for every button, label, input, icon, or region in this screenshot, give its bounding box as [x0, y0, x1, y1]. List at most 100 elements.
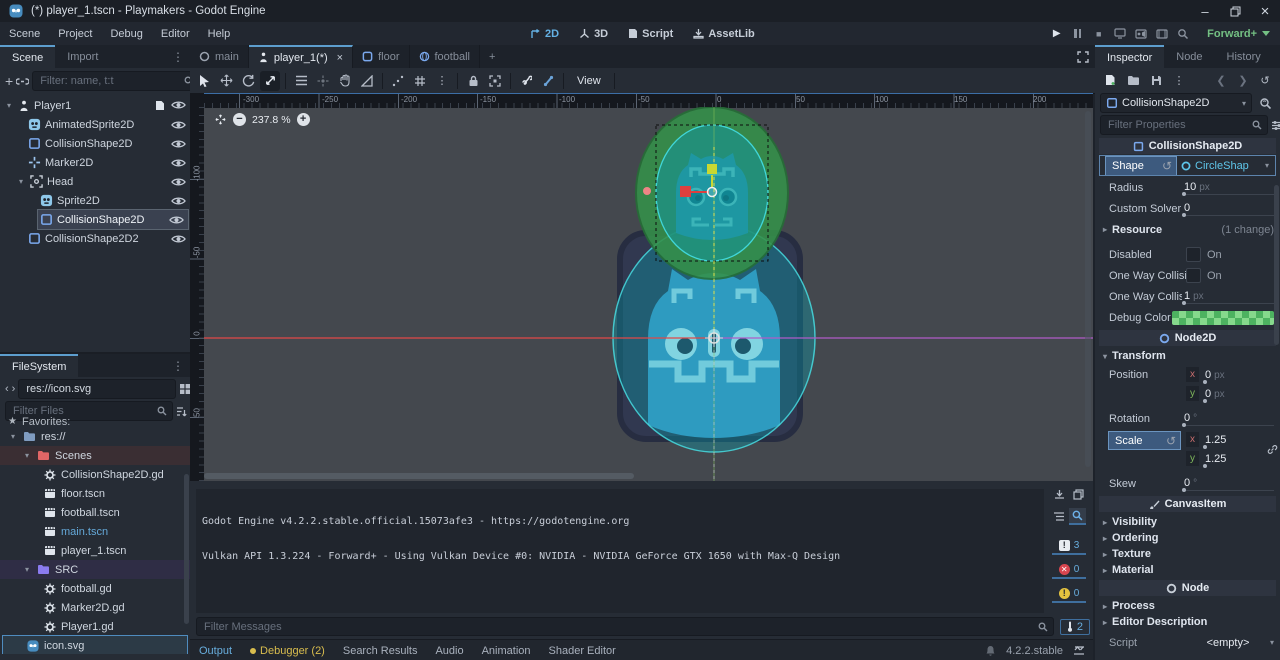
- property-tools-icon[interactable]: [1271, 115, 1280, 135]
- property-one-way-margin[interactable]: One Way Collisi... 1px: [1095, 286, 1280, 307]
- visibility-eye-icon[interactable]: [171, 139, 186, 149]
- copy-output-icon[interactable]: [1073, 489, 1084, 500]
- collapse-messages-icon[interactable]: [1053, 511, 1065, 522]
- scene-node-player1[interactable]: ▾ Player1: [0, 96, 190, 115]
- ruler-tool-icon[interactable]: [357, 71, 377, 91]
- scale-tool-icon[interactable]: [260, 71, 280, 91]
- view-menu[interactable]: View: [569, 75, 609, 87]
- scene-dock-menu-icon[interactable]: ⋮: [166, 45, 190, 68]
- filter-properties-field[interactable]: [1100, 115, 1268, 135]
- radius-value[interactable]: 10px: [1182, 180, 1274, 195]
- node-selector-dropdown[interactable]: CollisionShape2D ▾: [1100, 93, 1252, 113]
- filter-messages-input[interactable]: [202, 620, 1038, 634]
- misc-filter-badge[interactable]: 2: [1060, 619, 1090, 635]
- scene-tab-floor[interactable]: floor: [353, 45, 409, 68]
- smart-snap-icon[interactable]: [388, 71, 408, 91]
- path-input[interactable]: [24, 382, 170, 396]
- debug-color-swatch[interactable]: [1172, 311, 1274, 325]
- select-tool-icon[interactable]: [194, 71, 214, 91]
- section-ordering[interactable]: ▸Ordering: [1095, 530, 1280, 546]
- solver-value[interactable]: 0: [1182, 201, 1274, 216]
- section-transform[interactable]: ▾Transform: [1095, 348, 1280, 364]
- scale-x-value[interactable]: 1.25: [1203, 433, 1269, 447]
- inspector-menu-icon[interactable]: ⋮: [1273, 45, 1280, 68]
- resource-options-icon[interactable]: ⋮: [1169, 70, 1189, 90]
- tab-node[interactable]: Node: [1164, 45, 1214, 68]
- scene-filter-field[interactable]: [32, 71, 200, 91]
- scene-tab-football[interactable]: football: [410, 45, 480, 68]
- fs-folder-scenes[interactable]: ▾ Scenes: [0, 446, 190, 465]
- move-tool-icon[interactable]: [216, 71, 236, 91]
- tab-scene[interactable]: Scene: [0, 45, 55, 68]
- grid-snap-icon[interactable]: [410, 71, 430, 91]
- workspace-3d[interactable]: 3D: [569, 28, 618, 40]
- category-collisionshape2d[interactable]: CollisionShape2D: [1099, 138, 1276, 154]
- bottom-tab-shader-editor[interactable]: Shader Editor: [540, 640, 625, 660]
- fs-file-floor-tscn[interactable]: floor.tscn: [0, 484, 190, 503]
- filesystem-scrollbar[interactable]: [184, 474, 189, 624]
- close-tab-icon[interactable]: ×: [337, 52, 343, 64]
- expand-bottom-panel-icon[interactable]: [1073, 645, 1085, 656]
- menu-scene[interactable]: Scene: [0, 28, 49, 40]
- skeleton-bone-icon[interactable]: [516, 71, 536, 91]
- remote-debug-icon[interactable]: [1109, 25, 1130, 43]
- scene-node-marker2d[interactable]: Marker2D: [0, 153, 190, 172]
- revert-icon[interactable]: ↺: [1162, 159, 1172, 173]
- group-icon[interactable]: [485, 71, 505, 91]
- movie-writer-icon[interactable]: [1151, 25, 1172, 43]
- snap-options-icon[interactable]: ⋮: [432, 71, 452, 91]
- close-button[interactable]: ×: [1250, 0, 1280, 22]
- skew-value[interactable]: 0°: [1182, 476, 1274, 491]
- scene-node-sprite2d[interactable]: Sprite2D: [0, 191, 190, 210]
- save-resource-icon[interactable]: [1146, 70, 1166, 90]
- fs-file-football-tscn[interactable]: football.tscn: [0, 503, 190, 522]
- property-scale[interactable]: Scale↺ x1.25 y1.25: [1095, 429, 1280, 473]
- property-position[interactable]: Position x0px y0px: [1095, 364, 1280, 408]
- fs-file-player1-gd[interactable]: Player1.gd: [0, 617, 190, 636]
- rotate-tool-icon[interactable]: [238, 71, 258, 91]
- restore-button[interactable]: [1220, 0, 1250, 22]
- expand-viewport-icon[interactable]: [1071, 45, 1095, 68]
- revert-icon[interactable]: ↺: [1166, 434, 1176, 448]
- renderer-dropdown[interactable]: Forward+: [1207, 28, 1270, 40]
- rotation-value[interactable]: 0°: [1182, 411, 1274, 426]
- fs-folder-src[interactable]: ▾ SRC: [0, 560, 190, 579]
- open-docs-icon[interactable]: [1255, 93, 1275, 113]
- zoom-in-button[interactable]: +: [297, 113, 310, 126]
- workspace-script[interactable]: Script: [618, 28, 683, 40]
- fs-file-main-tscn[interactable]: main.tscn: [0, 522, 190, 541]
- clear-output-icon[interactable]: [1054, 489, 1065, 500]
- bottom-tab-debugger[interactable]: Debugger (2): [241, 640, 334, 660]
- position-x-value[interactable]: 0px: [1203, 368, 1269, 382]
- property-disabled[interactable]: Disabled On: [1095, 244, 1280, 265]
- scale-y-value[interactable]: 1.25: [1203, 452, 1269, 466]
- history-forward-icon[interactable]: ›: [12, 379, 16, 399]
- category-node2d[interactable]: Node2D: [1099, 330, 1276, 346]
- search-messages-button[interactable]: [1069, 508, 1086, 525]
- scene-node-collisionshape2d[interactable]: CollisionShape2D: [0, 134, 190, 153]
- lock-icon[interactable]: [463, 71, 483, 91]
- property-debug-color[interactable]: Debug Color↺: [1095, 307, 1280, 328]
- play-button[interactable]: ▶: [1046, 25, 1067, 43]
- canvas-hscrollbar[interactable]: [204, 473, 634, 479]
- profiler-icon[interactable]: [1172, 25, 1193, 43]
- bottom-tab-output[interactable]: Output: [190, 640, 241, 660]
- scene-filter-input[interactable]: [38, 74, 184, 88]
- visibility-eye-icon[interactable]: [171, 120, 186, 130]
- property-skew[interactable]: Skew 0°: [1095, 473, 1280, 494]
- history-back-icon[interactable]: ❮: [1211, 70, 1231, 90]
- link-scale-icon[interactable]: [1267, 444, 1278, 455]
- movie-maker-icon[interactable]: [1130, 25, 1151, 43]
- history-forward-icon[interactable]: ❯: [1233, 70, 1253, 90]
- category-node[interactable]: Node: [1099, 580, 1276, 596]
- visibility-eye-icon[interactable]: [171, 234, 186, 244]
- scene-node-collisionshape2d2[interactable]: CollisionShape2D2: [0, 229, 190, 248]
- new-resource-icon[interactable]: [1100, 70, 1120, 90]
- tab-history[interactable]: History: [1215, 45, 1273, 68]
- fs-favorites[interactable]: ★ Favorites:: [0, 416, 190, 427]
- disabled-checkbox[interactable]: [1186, 247, 1201, 262]
- zoom-level[interactable]: 237.8 %: [252, 114, 291, 126]
- script-attached-icon[interactable]: [155, 100, 165, 111]
- property-radius[interactable]: Radius 10px: [1095, 177, 1280, 198]
- viewport[interactable]: − 237.8 % +: [204, 107, 1093, 481]
